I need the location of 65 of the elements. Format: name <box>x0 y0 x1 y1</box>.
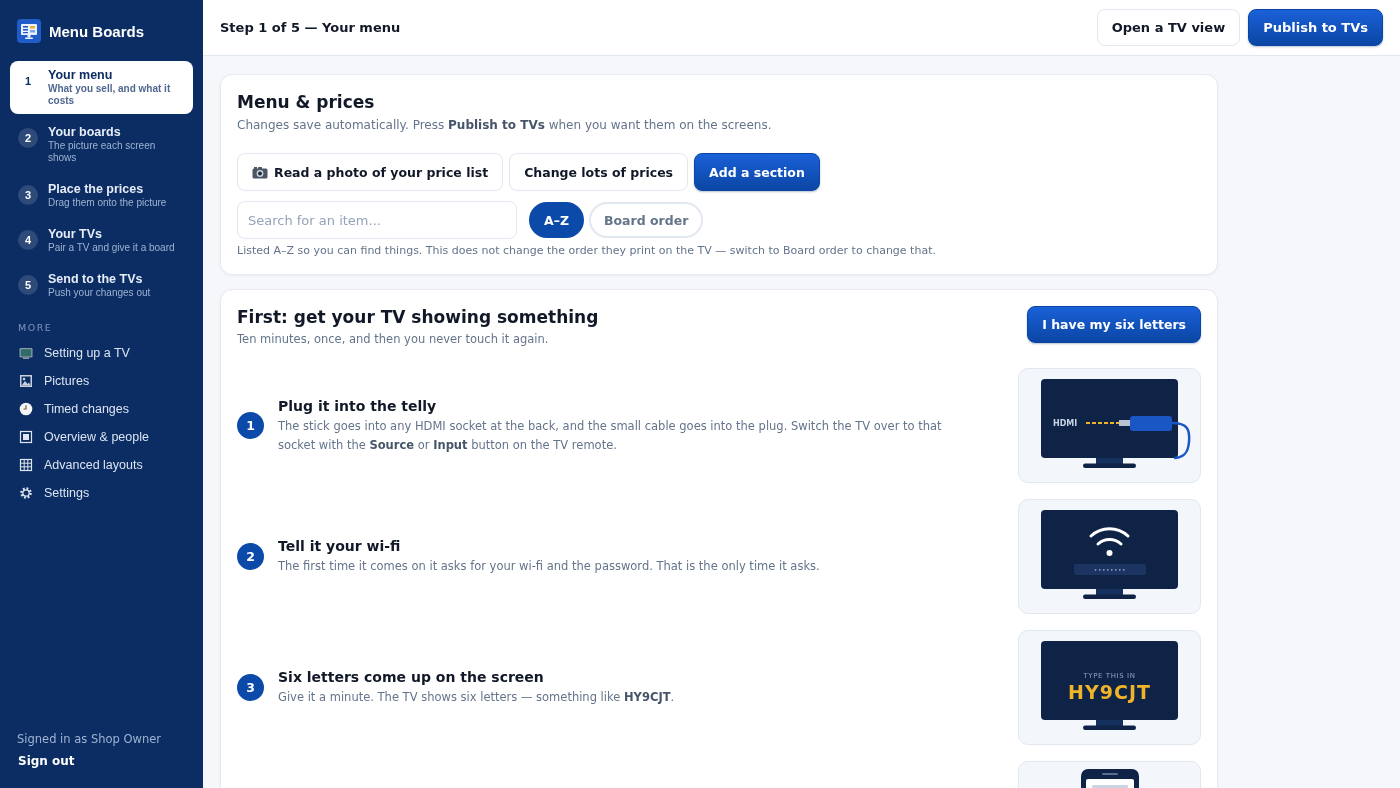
app-name: Menu Boards <box>49 22 144 40</box>
sidebar-link[interactable]: Advanced layouts <box>10 451 193 479</box>
step-subtitle: The picture each screen shows <box>48 140 157 164</box>
sort-toggle[interactable]: Board order <box>589 202 704 238</box>
grid-icon <box>19 458 33 472</box>
card-subtitle: Changes save automatically. Press Publish to TVs when you want them on the screens. <box>237 117 773 134</box>
tv-icon <box>19 346 33 360</box>
sidebar-link[interactable]: Pictures <box>10 367 193 395</box>
page-title: Step 1 of 5 — Your menu <box>220 20 401 35</box>
pairing-code: HY9CJT <box>1068 681 1151 703</box>
settings-icon <box>19 486 33 500</box>
step-title: Send to the TVs <box>48 272 144 287</box>
step-number: 5 <box>18 275 38 295</box>
help-text: Listed A–Z so you can find things. This does not change the order they print on the TV — switch to Board order to change that. <box>237 243 937 258</box>
camera-icon <box>252 165 268 179</box>
nav-step[interactable]: 3 Place the prices Drag them onto the picture <box>10 175 193 216</box>
step-number: 3 <box>18 185 38 205</box>
step-subtitle: Pair a TV and give it a board <box>48 242 175 254</box>
step-title: Your menu <box>48 68 114 83</box>
publish-button[interactable]: Publish to TVs <box>1248 9 1383 46</box>
step-title: Place the prices <box>48 182 145 197</box>
nav-step[interactable]: 2 Your boards The picture each screen shows <box>10 118 193 171</box>
step-title: Your TVs <box>48 227 103 242</box>
step-description: Give it a minute. The TV shows six letters — something like HY9CJT. <box>278 689 676 706</box>
card-title: First: get your TV showing something <box>237 306 599 328</box>
signed-in-text: Signed in as Shop Owner <box>16 732 163 746</box>
add-section-button[interactable]: Add a section <box>694 153 820 191</box>
sidebar-link[interactable]: Settings <box>10 479 193 507</box>
step-number: 3 <box>237 674 264 701</box>
change-prices-button[interactable]: Change lots of prices <box>509 153 689 191</box>
read-photo-button[interactable]: Read a photo of your price list <box>237 153 504 191</box>
six-letters-button[interactable]: I have my six letters <box>1027 306 1201 343</box>
card-subtitle: Ten minutes, once, and then you never touch it again. <box>237 331 550 348</box>
sidebar-link[interactable]: Setting up a TV <box>10 339 193 367</box>
step-subtitle: What you sell, and what it costs <box>48 83 172 107</box>
nav-step[interactable]: 5 Send to the TVs Push your changes out <box>10 265 193 306</box>
square-icon <box>19 430 33 444</box>
sidebar-link[interactable]: Overview & people <box>10 423 193 451</box>
nav-step[interactable]: 4 Your TVs Pair a TV and give it a board <box>10 220 193 261</box>
section-heading: MORE <box>18 322 54 333</box>
sidebar-link[interactable]: Timed changes <box>10 395 193 423</box>
step-number: 4 <box>18 230 38 250</box>
wifi-icon <box>1089 527 1130 556</box>
step-number: 2 <box>18 128 38 148</box>
search-field[interactable]: Search for an item... <box>237 201 517 239</box>
step-description: The stick goes into any HDMI socket at the back, and the small cable goes into the plug. Switch the TV over to that socket with the Source or Input button on the TV remote. <box>278 417 943 454</box>
step-subtitle: Push your changes out <box>48 287 151 299</box>
clock-icon <box>19 402 33 416</box>
picture-icon <box>19 374 33 388</box>
step-title: Your boards <box>48 125 122 140</box>
sort-toggle[interactable]: A–Z <box>529 202 584 238</box>
tv-view-button[interactable]: Open a TV view <box>1096 9 1241 46</box>
nav-step[interactable]: 1 Your menu What you sell, and what it costs <box>10 61 193 114</box>
logo-icon <box>17 19 41 43</box>
step-description: The first time it comes on it asks for your wi-fi and the password. That is the only time it asks. <box>278 558 821 575</box>
step-title: Tell it your wi-fi <box>278 537 402 555</box>
card-title: Menu & prices <box>237 91 376 113</box>
step-number: 1 <box>23 74 33 89</box>
hdmi-label: HDMI <box>1053 419 1078 428</box>
step-title: Plug it into the telly <box>278 396 438 415</box>
step-title: Six letters come up on the screen <box>278 668 545 686</box>
step-number: 1 <box>237 412 264 439</box>
step-subtitle: Drag them onto the picture <box>48 197 167 209</box>
sign-out-link[interactable]: Sign out <box>10 754 75 768</box>
step-number: 2 <box>237 543 264 570</box>
